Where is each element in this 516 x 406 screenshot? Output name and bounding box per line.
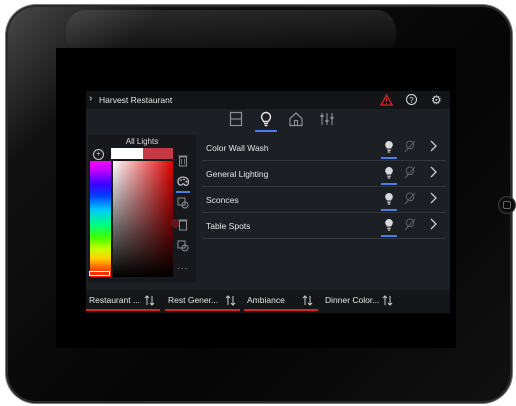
location-title[interactable]: Harvest Restaurant: [99, 95, 172, 105]
adjust-icon[interactable]: [302, 295, 313, 306]
list-item[interactable]: Color Wall Wash: [202, 135, 446, 161]
add-icon[interactable]: +: [93, 149, 104, 160]
trash-icon[interactable]: [176, 153, 190, 167]
app-window: › Harvest Restaurant ? ⚙ All Lights + ..…: [86, 91, 450, 313]
list-item[interactable]: General Lighting: [202, 161, 446, 187]
chevron-right-icon[interactable]: [428, 139, 438, 153]
light-off-icon[interactable]: [404, 166, 416, 179]
scene-label: Ambiance: [247, 295, 285, 305]
group-label: All Lights: [125, 137, 159, 146]
sliders-icon: [320, 113, 334, 125]
category-tabs: [86, 109, 450, 132]
scene-button[interactable]: Rest Gener...: [165, 290, 240, 311]
chevron-right-icon[interactable]: [428, 217, 438, 231]
tab-shades[interactable]: [228, 111, 244, 127]
light-on-icon[interactable]: [381, 192, 397, 211]
saturation-field[interactable]: [113, 161, 180, 277]
light-off-icon[interactable]: [404, 192, 416, 205]
adjust-icon[interactable]: [144, 295, 155, 306]
shade-icon: [229, 111, 243, 127]
scene-label: Restaurant ...: [89, 295, 141, 305]
light-off-icon[interactable]: [404, 218, 416, 231]
scene-label: Rest Gener...: [168, 295, 219, 305]
home-icon: [289, 112, 303, 127]
help-icon[interactable]: ?: [406, 94, 417, 105]
adjust-icon[interactable]: [225, 295, 236, 306]
list-item[interactable]: Sconces: [202, 187, 446, 213]
scene-bar: Restaurant ... Rest Gener... Ambiance Di…: [86, 290, 450, 313]
tab-lighting[interactable]: [255, 111, 277, 132]
warning-icon[interactable]: [380, 94, 393, 106]
tab-controls[interactable]: [319, 111, 335, 127]
light-bulb-icon: [260, 111, 272, 127]
light-on-icon[interactable]: [381, 218, 397, 237]
scene-button[interactable]: Restaurant ...: [86, 290, 160, 311]
chevron-right-icon[interactable]: [428, 191, 438, 205]
hue-slider[interactable]: [90, 161, 111, 277]
tab-home[interactable]: [288, 111, 304, 127]
hue-slider-handle[interactable]: [89, 271, 110, 276]
light-name: Table Spots: [206, 221, 251, 231]
light-off-icon[interactable]: [404, 140, 416, 153]
color-picker-panel: All Lights + ...: [88, 135, 196, 283]
adjust-icon[interactable]: [382, 295, 393, 306]
light-name: Color Wall Wash: [206, 143, 269, 153]
palette-icon[interactable]: [176, 175, 190, 193]
light-on-icon[interactable]: [381, 166, 397, 185]
chevron-right-icon[interactable]: ›: [89, 94, 92, 104]
color-swatch[interactable]: [111, 148, 173, 159]
header-bar: › Harvest Restaurant ? ⚙: [86, 91, 450, 109]
scene-button[interactable]: Ambiance: [244, 290, 318, 311]
scene-shapes-icon[interactable]: [176, 196, 190, 210]
gear-icon[interactable]: ⚙: [431, 93, 442, 107]
light-name: General Lighting: [206, 169, 269, 179]
trash-icon[interactable]: [176, 217, 190, 231]
chevron-right-icon[interactable]: [428, 165, 438, 179]
more-icon[interactable]: ...: [177, 262, 188, 272]
scene-shapes-icon[interactable]: [176, 239, 190, 253]
light-on-icon[interactable]: [381, 140, 397, 159]
list-item[interactable]: Table Spots: [202, 213, 446, 239]
scene-button[interactable]: Dinner Color...: [322, 290, 398, 311]
light-name: Sconces: [206, 195, 239, 205]
home-button[interactable]: [498, 196, 516, 214]
scene-label: Dinner Color...: [325, 295, 380, 305]
